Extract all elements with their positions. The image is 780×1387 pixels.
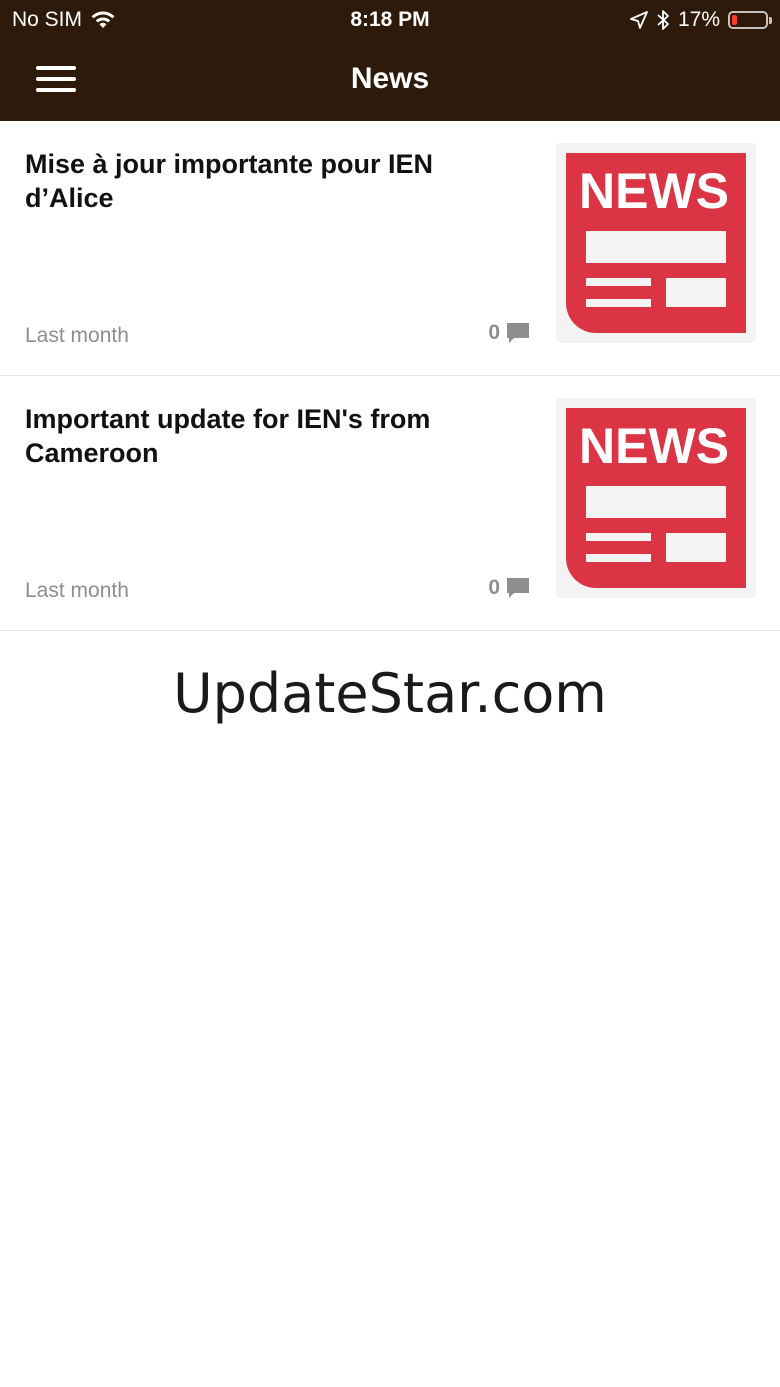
comment-icon xyxy=(507,578,529,598)
news-thumbnail-text: NEWS xyxy=(579,163,729,219)
comment-count-value: 0 xyxy=(488,576,500,599)
comment-count[interactable]: 0 xyxy=(488,576,530,600)
battery-percent: 17% xyxy=(677,8,720,31)
status-right: 17% xyxy=(630,8,772,32)
battery-fill xyxy=(732,15,737,25)
news-item-0[interactable]: Mise à jour importante pour IEN d’Alice … xyxy=(0,121,780,376)
news-item-title: Mise à jour importante pour IEN d’Alice xyxy=(25,149,434,213)
news-paper-icon: NEWS xyxy=(566,408,746,588)
top-bar: No SIM 8:18 PM 17% News xyxy=(0,0,780,121)
news-item-date: Last month xyxy=(25,324,129,347)
news-item-1[interactable]: Important update for IEN's from Cameroon… xyxy=(0,376,780,631)
news-item-date: Last month xyxy=(25,579,129,602)
news-list: Mise à jour importante pour IEN d’Alice … xyxy=(0,121,780,631)
bluetooth-icon xyxy=(657,10,669,30)
comment-count[interactable]: 0 xyxy=(488,321,530,345)
news-paper-icon: NEWS xyxy=(566,153,746,333)
navigation-bar: News xyxy=(0,40,780,121)
news-thumbnail-text: NEWS xyxy=(579,418,729,474)
news-thumbnail: NEWS xyxy=(556,143,756,343)
watermark-text: UpdateStar.com xyxy=(173,662,607,725)
status-bar: No SIM 8:18 PM 17% xyxy=(0,0,780,40)
news-thumbnail: NEWS xyxy=(556,398,756,598)
comment-count-value: 0 xyxy=(488,321,500,344)
battery-icon xyxy=(728,11,772,29)
news-item-title: Important update for IEN's from Cameroon xyxy=(25,404,431,468)
location-arrow-icon xyxy=(630,11,648,29)
page-title: News xyxy=(350,62,430,95)
comment-icon xyxy=(507,323,529,343)
